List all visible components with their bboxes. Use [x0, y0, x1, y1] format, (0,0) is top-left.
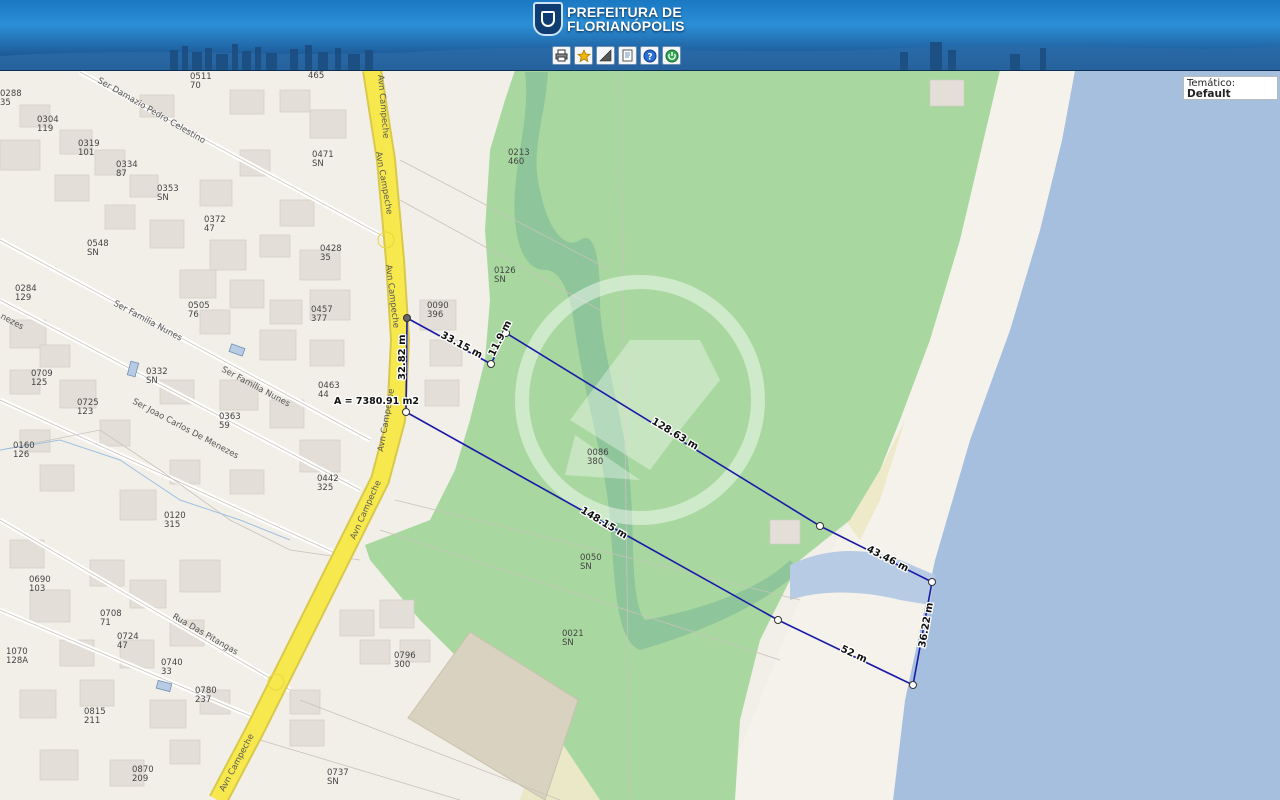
segment-length: 32.82 m	[397, 334, 408, 380]
parcel-number: 315	[164, 520, 180, 530]
document-icon	[622, 49, 633, 62]
parcel-number: 396	[427, 310, 443, 320]
logo-text: PREFEITURA DE FLORIANÓPOLIS	[567, 5, 685, 33]
area-label: A = 7380.91 m2	[334, 396, 419, 407]
print-icon	[555, 49, 568, 62]
parcel-number: 35	[0, 98, 11, 108]
print-button[interactable]	[552, 46, 571, 65]
vertex-handle[interactable]	[928, 578, 936, 586]
help-button[interactable]: ?	[640, 46, 659, 65]
parcel-number: 460	[508, 157, 524, 167]
vertex-handle[interactable]	[774, 616, 782, 624]
logo-line-1: PREFEITURA DE	[567, 4, 682, 20]
parcel-number: 380	[587, 457, 603, 467]
exit-button[interactable]	[662, 46, 681, 65]
parcel-number: 76	[188, 310, 199, 320]
parcel-number: SN	[312, 159, 324, 169]
vertex-handle[interactable]	[909, 681, 917, 689]
parcel-number: 47	[117, 641, 128, 651]
parcel-number: 101	[78, 148, 94, 158]
parcel-number: SN	[494, 275, 506, 285]
parcel-number: 325	[317, 483, 333, 493]
vertex-handle[interactable]	[402, 408, 410, 416]
parcel-number: 125	[31, 378, 47, 388]
toolbar: ?	[552, 46, 681, 65]
map-canvas[interactable]: Ser Damazio Pedro Celestino Avn Campeche…	[0, 0, 1280, 800]
parcel-number: SN	[562, 638, 574, 648]
parcel-number: 209	[132, 774, 148, 784]
vertex-handle[interactable]	[816, 522, 824, 530]
parcel-number: 35	[320, 253, 331, 263]
parcel-number: 119	[37, 124, 53, 134]
parcel-number: 70	[190, 81, 201, 91]
star-icon	[576, 48, 591, 62]
parcel-code: 465	[308, 71, 324, 81]
parcel-number: 59	[219, 421, 230, 431]
parcel-number: 103	[29, 584, 45, 594]
measure-icon	[599, 49, 612, 62]
parcel-number: 126	[13, 450, 29, 460]
vertex-handle[interactable]	[487, 360, 495, 368]
parcel-number: 129	[15, 293, 31, 303]
city-logo[interactable]: PREFEITURA DE FLORIANÓPOLIS	[533, 2, 685, 36]
parcel-number: 128A	[6, 656, 28, 666]
parcel-number: SN	[87, 248, 99, 258]
parcel-number: SN	[157, 193, 169, 203]
parcel-number: 44	[318, 390, 329, 400]
parcel-number: 237	[195, 695, 211, 705]
parcel-number: 123	[77, 407, 93, 417]
parcel-number: 71	[100, 618, 111, 628]
favorite-button[interactable]	[574, 46, 593, 65]
power-icon	[665, 49, 678, 62]
parcel-number: SN	[146, 376, 158, 386]
parcel-number: SN	[327, 777, 339, 787]
help-icon: ?	[643, 49, 656, 62]
measure-button[interactable]	[596, 46, 615, 65]
header-banner: PREFEITURA DE FLORIANÓPOLIS ?	[0, 0, 1280, 71]
parcel-number: SN	[580, 562, 592, 572]
parcel-number: 87	[116, 169, 127, 179]
document-button[interactable]	[618, 46, 637, 65]
thematic-selector[interactable]: Temático: Default	[1183, 76, 1278, 100]
parcel-number: 300	[394, 660, 410, 670]
vertex-handle[interactable]	[403, 314, 411, 322]
svg-text:?: ?	[647, 52, 652, 62]
parcel-number: 33	[161, 667, 172, 677]
crest-icon	[533, 2, 563, 36]
parcel-number: 47	[204, 224, 215, 234]
logo-line-2: FLORIANÓPOLIS	[567, 18, 685, 34]
thematic-value: Default	[1187, 88, 1231, 100]
parcel-number: 377	[311, 314, 327, 324]
parcel-number: 211	[84, 716, 100, 726]
